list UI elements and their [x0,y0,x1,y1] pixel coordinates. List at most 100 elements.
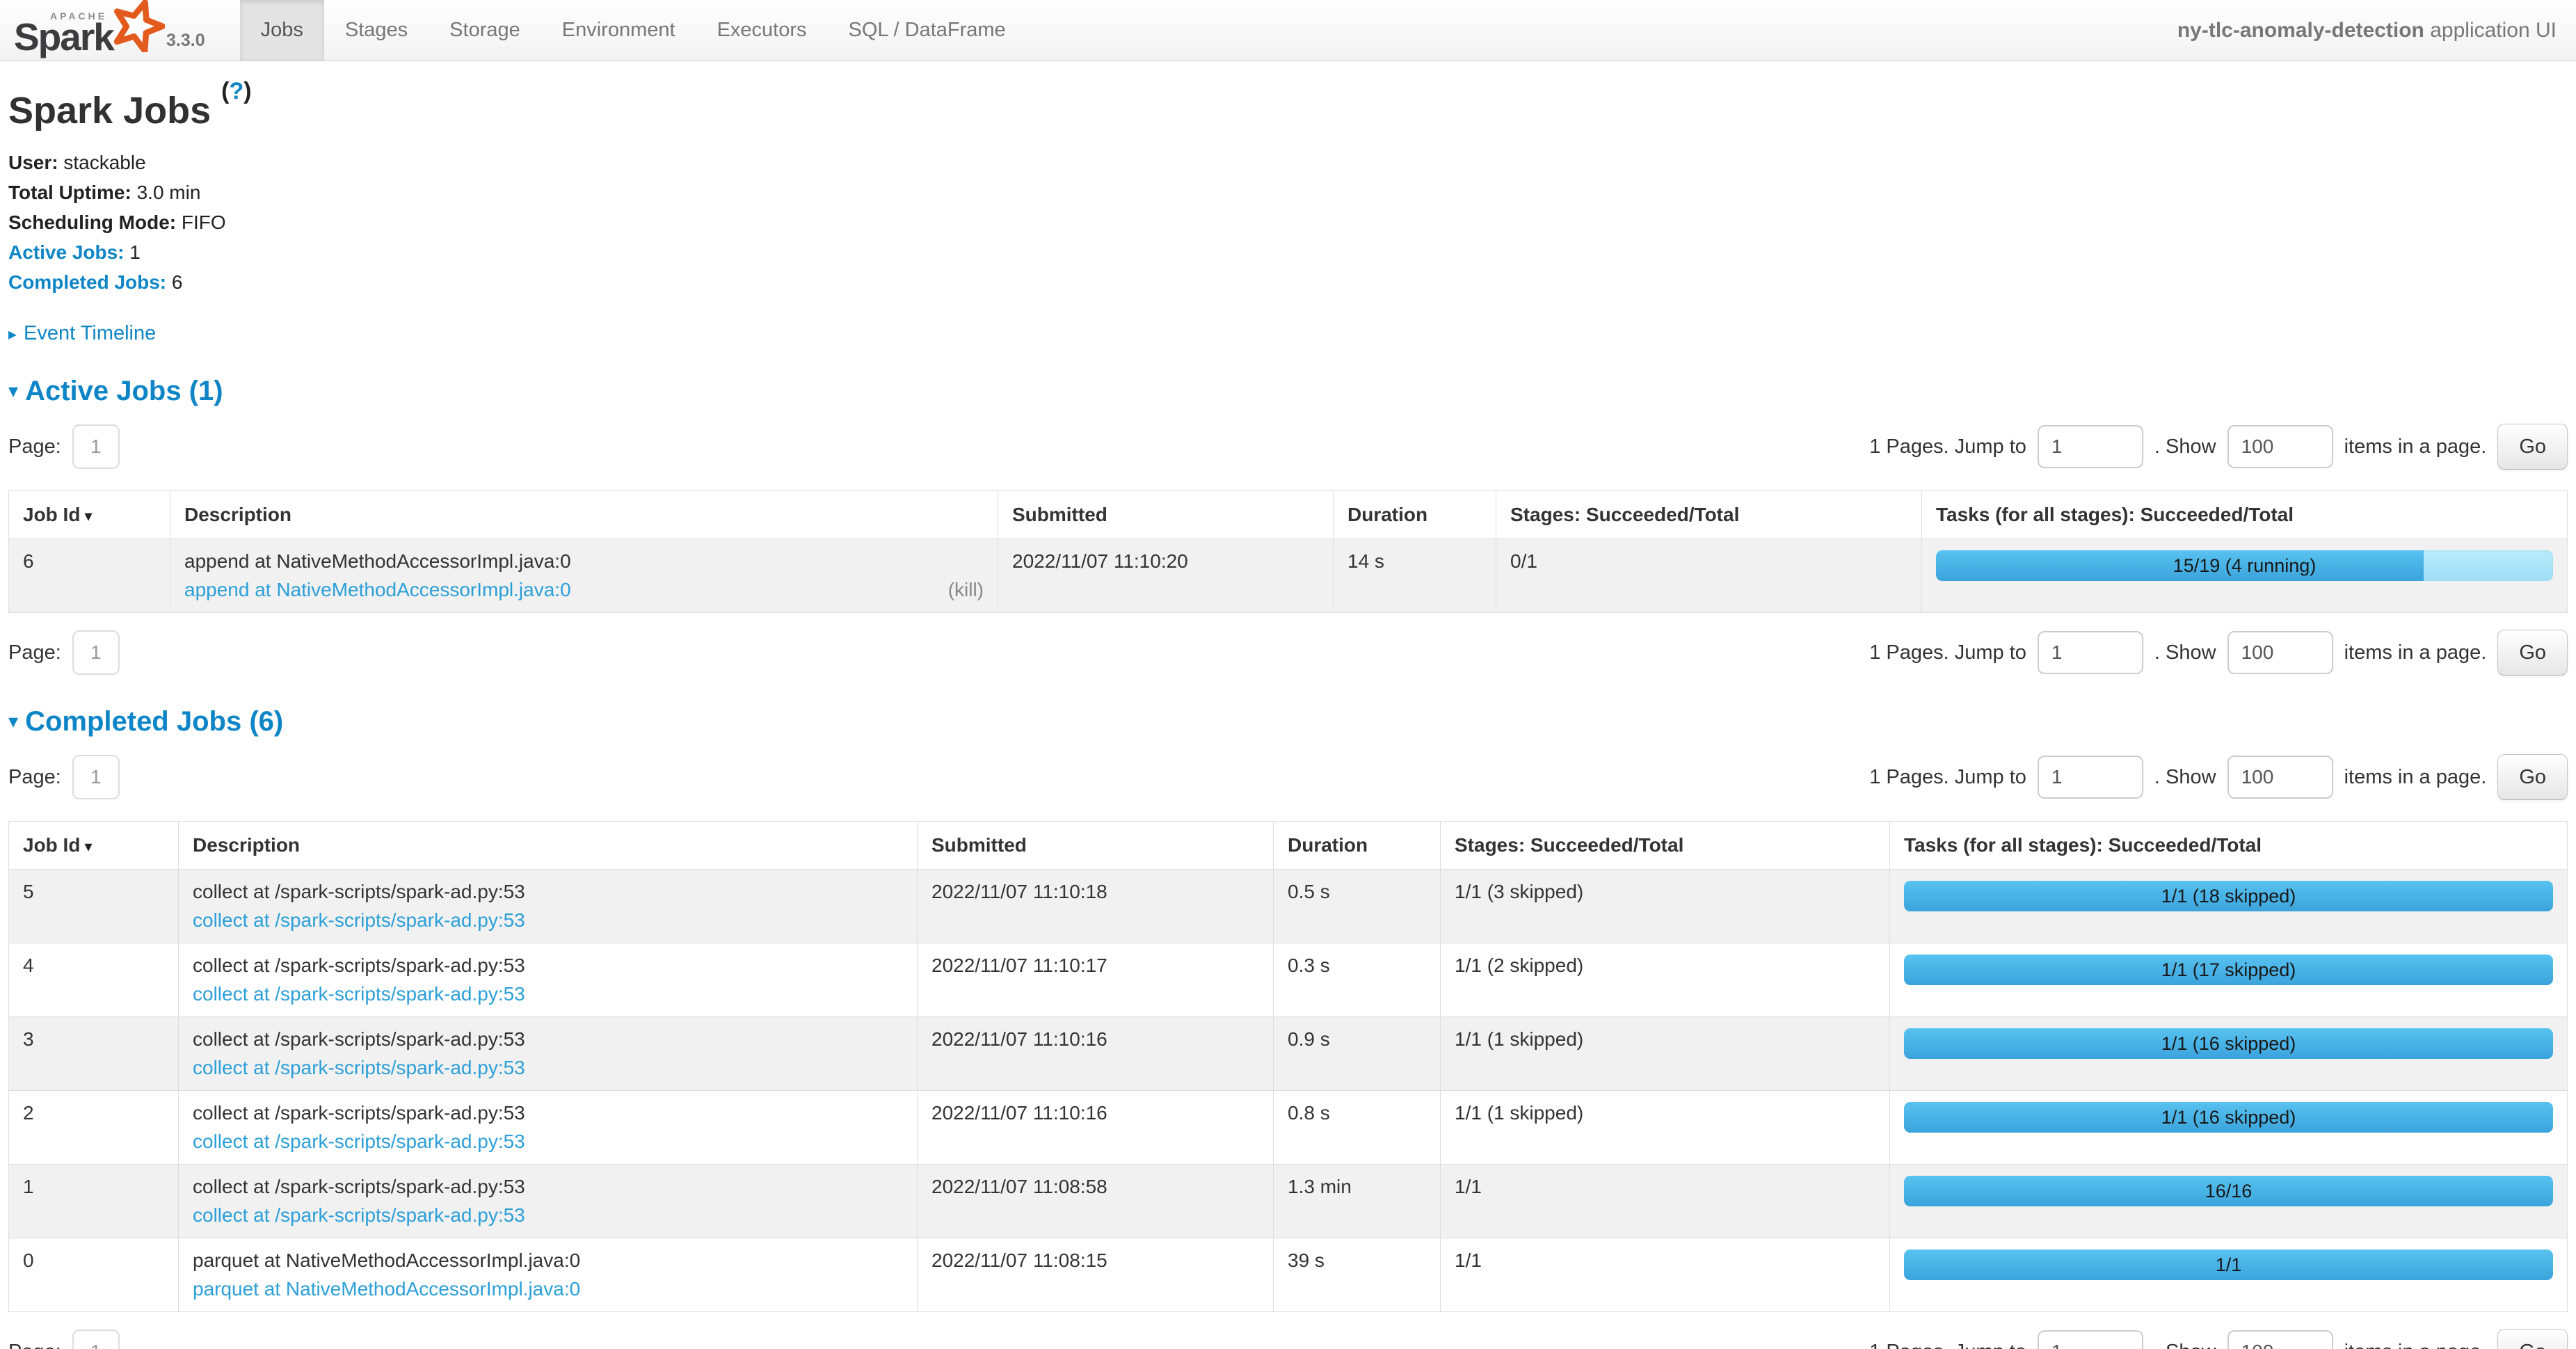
column-description[interactable]: Description [179,822,918,870]
job-description-link[interactable]: append at NativeMethodAccessorImpl.java:… [184,579,571,601]
job-description-cell: collect at /spark-scripts/spark-ad.py:53… [179,1091,918,1165]
job-description-link[interactable]: collect at /spark-scripts/spark-ad.py:53 [193,1057,525,1079]
job-submitted-cell: 2022/11/07 11:10:18 [918,870,1274,943]
page-number-input[interactable] [72,630,120,675]
go-button[interactable]: Go [2497,424,2568,470]
job-description-text: collect at /spark-scripts/spark-ad.py:53 [193,1028,903,1051]
items-text: items in a page. [2344,1341,2487,1349]
show-items-input[interactable] [2227,756,2333,799]
job-submitted-cell: 2022/11/07 11:10:16 [918,1091,1274,1165]
column-submitted[interactable]: Submitted [918,822,1274,870]
tab-storage[interactable]: Storage [429,0,541,61]
job-duration-cell: 39 s [1274,1238,1441,1312]
job-description-cell: parquet at NativeMethodAccessorImpl.java… [179,1238,918,1312]
tasks-progress-bar: 1/1 (17 skipped) [1904,955,2553,985]
job-description-cell: collect at /spark-scripts/spark-ad.py:53… [179,943,918,1017]
job-description-cell: collect at /spark-scripts/spark-ad.py:53… [179,870,918,943]
column-job-id[interactable]: Job Id▾ [9,491,170,539]
job-stages-cell: 1/1 [1441,1165,1890,1238]
job-row: 2 collect at /spark-scripts/spark-ad.py:… [9,1091,2568,1165]
job-tasks-cell: 15/19 (4 running) [1922,539,2568,613]
jump-to-input[interactable] [2038,756,2143,799]
job-submitted-cell: 2022/11/07 11:10:20 [998,539,1334,613]
active-jobs-table: Job Id▾ Description Submitted Duration S… [8,490,2568,613]
job-duration-cell: 0.9 s [1274,1017,1441,1091]
jump-to-input[interactable] [2038,1330,2143,1349]
jump-to-input[interactable] [2038,425,2143,468]
column-duration[interactable]: Duration [1334,491,1496,539]
job-description-link[interactable]: parquet at NativeMethodAccessorImpl.java… [193,1278,580,1300]
tasks-progress-label: 1/1 [1904,1250,2553,1280]
event-timeline-toggle[interactable]: ▸Event Timeline [8,322,2568,345]
sort-desc-icon: ▾ [84,838,92,855]
go-button[interactable]: Go [2497,1329,2568,1349]
column-tasks[interactable]: Tasks (for all stages): Succeeded/Total [1922,491,2568,539]
job-description-text: append at NativeMethodAccessorImpl.java:… [184,550,984,573]
show-items-input[interactable] [2227,631,2333,674]
tasks-progress-bar: 16/16 [1904,1176,2553,1206]
show-text: . Show [2154,766,2216,789]
job-description-cell: append at NativeMethodAccessorImpl.java:… [170,539,998,613]
job-id-cell: 1 [9,1165,179,1238]
page-number-input[interactable] [72,424,120,469]
spark-version: 3.3.0 [166,31,205,56]
job-description-link[interactable]: collect at /spark-scripts/spark-ad.py:53 [193,1131,525,1153]
show-items-input[interactable] [2227,1330,2333,1349]
application-name: ny-tlc-anomaly-detection application UI [2177,19,2557,42]
show-items-input[interactable] [2227,425,2333,468]
column-submitted[interactable]: Submitted [998,491,1334,539]
tasks-progress-label: 16/16 [1904,1176,2553,1206]
pages-text: 1 Pages. Jump to [1869,1341,2026,1349]
summary-completed-jobs: Completed Jobs: 6 [8,267,2568,297]
tasks-progress-label: 1/1 (16 skipped) [1904,1102,2553,1133]
job-description-text: collect at /spark-scripts/spark-ad.py:53 [193,955,903,977]
pagination-row: Page: 1 Pages. Jump to . Show items in a… [8,1329,2568,1349]
job-stages-cell: 1/1 (3 skipped) [1441,870,1890,943]
tab-environment[interactable]: Environment [541,0,696,61]
job-duration-cell: 0.5 s [1274,870,1441,943]
column-job-id[interactable]: Job Id▾ [9,822,179,870]
go-button[interactable]: Go [2497,630,2568,676]
page-number-input[interactable] [72,755,120,799]
spark-wordmark: Spark [14,18,113,56]
job-submitted-cell: 2022/11/07 11:08:15 [918,1238,1274,1312]
job-id-cell: 4 [9,943,179,1017]
summary-user: User: stackable [8,147,2568,177]
active-jobs-section-heading[interactable]: ▾Active Jobs (1) [8,376,2568,407]
active-jobs-link[interactable]: Active Jobs: [8,241,125,263]
job-description-link[interactable]: collect at /spark-scripts/spark-ad.py:53 [193,983,525,1005]
tab-jobs[interactable]: Jobs [240,0,324,61]
job-description-link[interactable]: collect at /spark-scripts/spark-ad.py:53 [193,1204,525,1227]
column-description[interactable]: Description [170,491,998,539]
completed-jobs-link[interactable]: Completed Jobs: [8,271,166,293]
job-row: 3 collect at /spark-scripts/spark-ad.py:… [9,1017,2568,1091]
column-tasks[interactable]: Tasks (for all stages): Succeeded/Total [1890,822,2568,870]
column-stages[interactable]: Stages: Succeeded/Total [1441,822,1890,870]
job-id-cell: 2 [9,1091,179,1165]
collapse-arrow-icon: ▾ [8,380,18,401]
application-name-suffix: application UI [2424,19,2557,42]
table-header-row: Job Id▾ Description Submitted Duration S… [9,822,2568,870]
pagination-controls: 1 Pages. Jump to . Show items in a page.… [1869,754,2568,800]
nav-tabs: Jobs Stages Storage Environment Executor… [240,0,1027,61]
go-button[interactable]: Go [2497,754,2568,800]
completed-jobs-table: Job Id▾ Description Submitted Duration S… [8,821,2568,1312]
job-description-text: collect at /spark-scripts/spark-ad.py:53 [193,881,903,903]
column-stages[interactable]: Stages: Succeeded/Total [1496,491,1922,539]
tab-executors[interactable]: Executors [696,0,828,61]
column-duration[interactable]: Duration [1274,822,1441,870]
pagination-controls: 1 Pages. Jump to . Show items in a page.… [1869,630,2568,676]
tab-stages[interactable]: Stages [324,0,429,61]
tab-sql-dataframe[interactable]: SQL / DataFrame [828,0,1027,61]
summary-scheduling-mode: Scheduling Mode: FIFO [8,207,2568,237]
pages-text: 1 Pages. Jump to [1869,641,2026,664]
items-text: items in a page. [2344,641,2487,664]
show-text: . Show [2154,436,2216,458]
job-description-link[interactable]: collect at /spark-scripts/spark-ad.py:53 [193,909,525,932]
page-number-input[interactable] [72,1330,120,1349]
completed-jobs-section-heading[interactable]: ▾Completed Jobs (6) [8,706,2568,737]
kill-link[interactable]: (kill) [948,579,984,601]
tasks-progress-label: 1/1 (17 skipped) [1904,955,2553,985]
help-link[interactable]: ? [229,78,243,104]
jump-to-input[interactable] [2038,631,2143,674]
